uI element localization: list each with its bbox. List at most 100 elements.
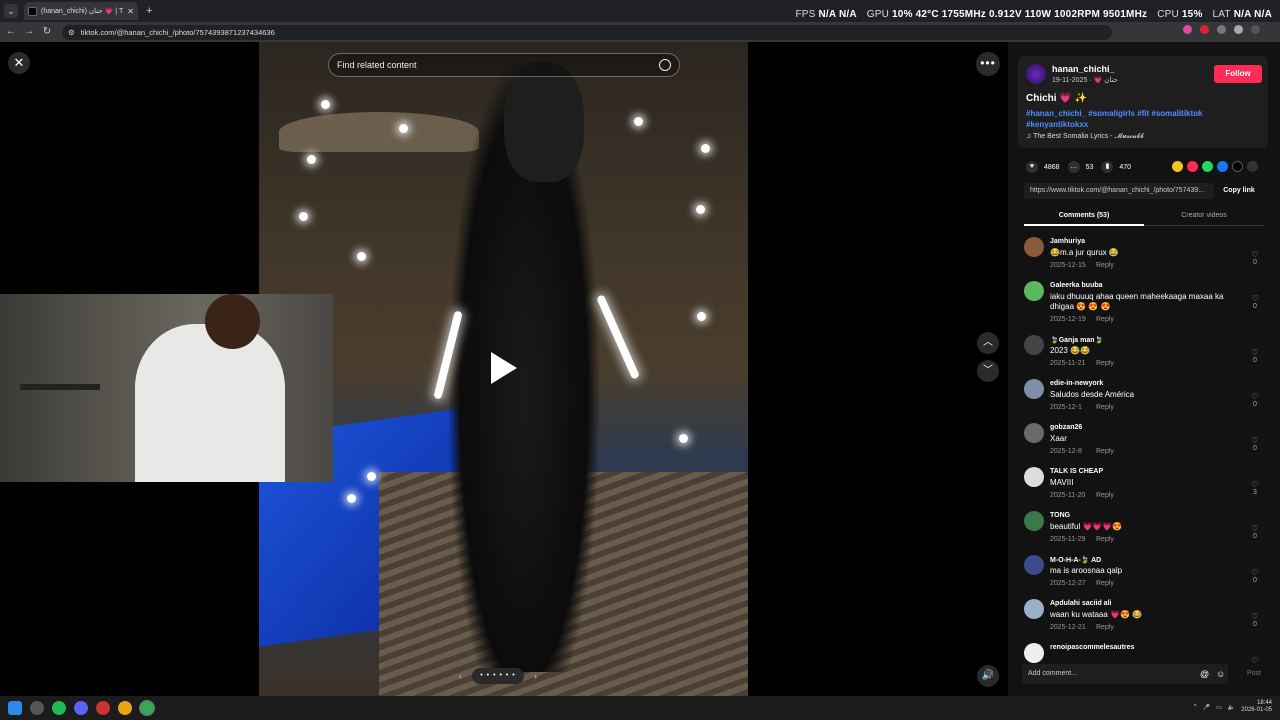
comment-like[interactable]: ♡ 0 [1250,392,1260,408]
commenter-name[interactable]: M-O-H-A-🍃 AD [1050,556,1101,564]
search-icon[interactable] [659,59,671,71]
comment-like[interactable]: ♡ 0 [1250,436,1260,452]
comment-like[interactable]: ♡ [1250,656,1260,665]
save-stat[interactable]: ▮ 470 [1101,161,1131,173]
reply-button[interactable]: Reply [1096,624,1114,631]
commenter-avatar[interactable] [1024,423,1044,443]
network-icon[interactable]: ▭ [1216,704,1222,711]
comment-like[interactable]: ♡ 0 [1250,294,1260,310]
comment-like[interactable]: ♡ 0 [1250,348,1260,364]
reload-icon[interactable]: ↻ [40,25,54,39]
commenter-avatar[interactable] [1024,281,1044,301]
light-dot [321,100,330,109]
post-comment-button[interactable]: Post [1247,670,1261,677]
mention-icon[interactable]: @ [1200,669,1209,679]
browser-tab[interactable]: (hanan_chichi) حنان 💗 | TikTok ✕ [24,2,138,20]
reply-button[interactable]: Reply [1096,580,1114,587]
commenter-name[interactable]: Jamhuriya [1050,238,1085,245]
post-link-field[interactable]: https://www.tiktok.com/@hanan_chichi_/ph… [1024,183,1214,199]
copy-link-button[interactable]: Copy link [1216,183,1262,199]
follow-button[interactable]: Follow [1214,65,1262,83]
commenter-name[interactable]: renoipascommelesautres [1050,644,1134,651]
commenter-avatar[interactable] [1024,237,1044,257]
forward-icon[interactable]: → [22,25,36,39]
profile-icon[interactable] [1234,25,1243,34]
chrome-active-icon[interactable] [139,700,155,716]
comment-stat[interactable]: … 53 [1067,161,1093,173]
previous-post-icon[interactable]: ︿ [977,332,999,354]
discord-icon[interactable] [74,701,88,715]
reply-button[interactable]: Reply [1096,262,1114,269]
carousel-prev-icon[interactable]: ‹ [459,671,462,681]
tab-comments[interactable]: Comments (53) [1024,208,1144,226]
add-comment-input[interactable]: Add comment... [1022,664,1228,684]
search-taskbar-icon[interactable] [30,701,44,715]
commenter-avatar[interactable] [1024,555,1044,575]
next-post-icon[interactable]: ﹀ [977,360,999,382]
post-hashtags[interactable]: #hanan_chichi_ #somaligirls #fit #somali… [1026,108,1256,130]
commenter-name[interactable]: Galeerka buuba [1050,282,1103,289]
spotify-icon[interactable] [52,701,66,715]
emoji-icon[interactable]: ☺ [1216,669,1225,679]
extension-icon[interactable] [1217,25,1226,34]
commenter-avatar[interactable] [1024,335,1044,355]
close-tab-icon[interactable]: ✕ [127,7,134,16]
commenter-name[interactable]: edie-in-newyork [1050,380,1103,387]
volume-tray-icon[interactable]: 🔈 [1228,704,1235,711]
tab-creator-videos[interactable]: Creator videos [1144,208,1264,226]
commenter-name[interactable]: TALK IS CHEAP [1050,468,1103,475]
start-icon[interactable] [8,701,22,715]
comment-like[interactable]: ♡ 0 [1250,612,1260,628]
extension-icon[interactable] [1183,25,1192,34]
tab-search-button[interactable]: ⌄ [4,4,18,18]
commenter-avatar[interactable] [1024,599,1044,619]
comment-text: 2023 😂😂 [1050,346,1090,355]
search-input[interactable]: Find related content [328,53,680,77]
post-music[interactable]: ♫ The Best Somalia Lyrics - 𝓜𝓾𝓼𝓬𝓪𝓫𝓫 [1026,133,1144,141]
commenter-name[interactable]: gobzan26 [1050,424,1082,431]
reply-button[interactable]: Reply [1096,316,1114,323]
comment-like[interactable]: ♡ 0 [1250,250,1260,266]
close-icon[interactable]: ✕ [8,52,30,74]
comment-like[interactable]: ♡ 0 [1250,524,1260,540]
new-tab-icon[interactable]: + [146,5,152,17]
commenter-name[interactable]: TONG [1050,512,1070,519]
share-friends-icon[interactable] [1187,161,1198,172]
commenter-avatar[interactable] [1024,511,1044,531]
mic-icon[interactable]: 🎤 [1203,704,1210,711]
app-icon[interactable] [96,701,110,715]
share-embed-icon[interactable] [1172,161,1183,172]
site-info-icon[interactable]: ⚙ [68,28,75,37]
comment-like[interactable]: ♡ 0 [1250,568,1260,584]
url-field[interactable]: ⚙ tiktok.com/@hanan_chichi_/photo/757439… [62,24,1112,40]
reply-button[interactable]: Reply [1096,448,1114,455]
whatsapp-icon[interactable] [1202,161,1213,172]
carousel-dots[interactable]: • • • • • • [472,668,524,684]
commenter-name[interactable]: 🍃Ganja man🍃 [1050,336,1103,344]
play-icon[interactable] [491,352,517,384]
share-more-icon[interactable] [1247,161,1258,172]
volume-icon[interactable]: 🔊 [977,665,999,687]
carousel-next-icon[interactable]: › [534,671,537,681]
facebook-icon[interactable] [1217,161,1228,172]
commenter-avatar[interactable] [1024,643,1044,663]
reply-button[interactable]: Reply [1096,404,1114,411]
commenter-avatar[interactable] [1024,379,1044,399]
clock[interactable]: 18:44 2026-01-05 [1241,700,1272,714]
author-username[interactable]: hanan_chichi_ [1052,64,1115,74]
reply-button[interactable]: Reply [1096,536,1114,543]
reply-button[interactable]: Reply [1096,360,1114,367]
tray-chevron-icon[interactable]: ^ [1194,704,1197,710]
chrome-icon[interactable] [118,701,132,715]
x-icon[interactable] [1232,161,1243,172]
commenter-name[interactable]: Apdulahi saciid ali [1050,600,1111,607]
back-icon[interactable]: ← [4,25,18,39]
commenter-avatar[interactable] [1024,467,1044,487]
menu-icon[interactable] [1251,25,1260,34]
reply-button[interactable]: Reply [1096,492,1114,499]
like-stat[interactable]: ♥ 4868 [1026,161,1060,173]
more-options-icon[interactable]: ••• [976,52,1000,76]
extension-icon[interactable] [1200,25,1209,34]
comment-like[interactable]: ♡ 3 [1250,480,1260,496]
author-avatar[interactable] [1026,64,1046,84]
